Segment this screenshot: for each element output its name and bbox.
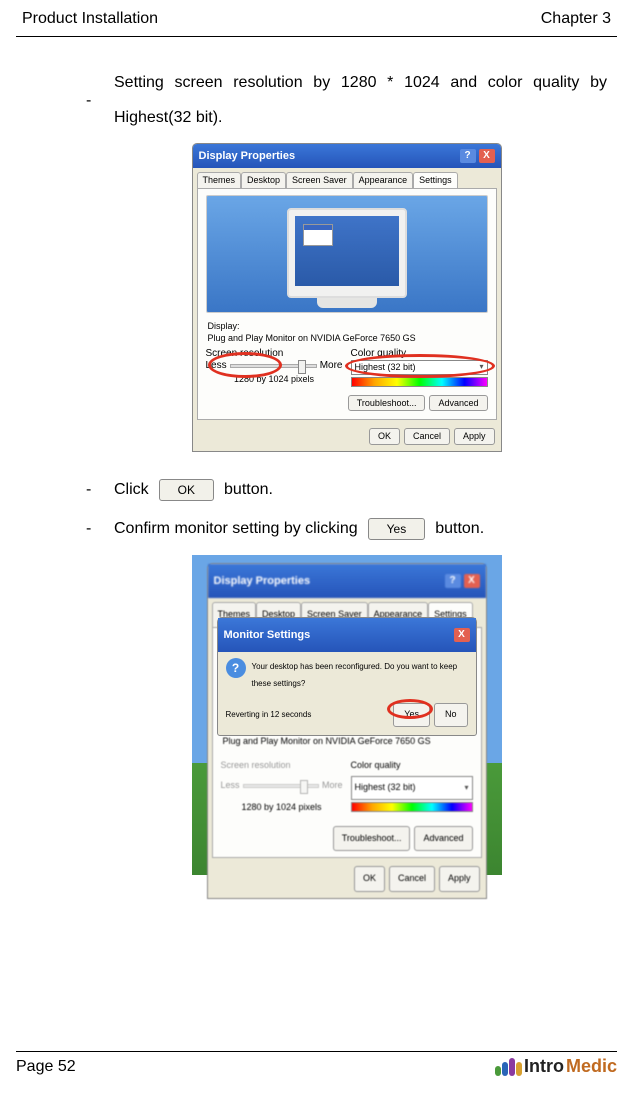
reverting-text: Reverting in 12 seconds — [226, 706, 312, 724]
troubleshoot-button[interactable]: Troubleshoot... — [348, 395, 426, 412]
logo-text-intro: Intro — [524, 1056, 564, 1077]
modal-title: Monitor Settings — [224, 623, 311, 647]
color-quality-select-2[interactable]: Highest (32 bit) ▾ — [351, 776, 473, 800]
help-icon[interactable]: ? — [445, 574, 461, 588]
ok-button[interactable]: OK — [369, 428, 400, 445]
item2-prefix: Click — [114, 472, 149, 507]
display-value: Plug and Play Monitor on NVIDIA GeForce … — [208, 333, 486, 344]
dash-icon: - — [86, 511, 104, 546]
footer-rule — [16, 1051, 617, 1052]
page-number: Page 52 — [16, 1058, 76, 1076]
cq-label: Color quality — [351, 348, 488, 360]
logo-text-medic: Medic — [566, 1056, 617, 1077]
advanced-button-2[interactable]: Advanced — [414, 826, 472, 852]
monitor-icon — [287, 208, 407, 298]
screenshot-display-properties: Display Properties ? X Themes Desktop Sc… — [192, 143, 502, 452]
resolution-slider[interactable]: Less More — [206, 360, 343, 372]
close-icon[interactable]: X — [464, 574, 480, 588]
res-label-2: Screen resolution — [221, 756, 343, 776]
screenshot-monitor-settings: Display Properties ? X Themes Desktop Sc… — [192, 555, 502, 875]
more-label: More — [320, 360, 343, 372]
res-label: Screen resolution — [206, 348, 343, 360]
list-item-2: - Click OK button. — [86, 472, 607, 507]
apply-button-2[interactable]: Apply — [439, 866, 480, 892]
list-item-3: - Confirm monitor setting by clicking Ye… — [86, 511, 607, 546]
cancel-button-2[interactable]: Cancel — [389, 866, 435, 892]
tab-screen-saver[interactable]: Screen Saver — [286, 172, 353, 188]
color-bar — [351, 377, 488, 387]
yes-button[interactable]: Yes — [393, 703, 430, 727]
header-left: Product Installation — [22, 10, 158, 28]
apply-button[interactable]: Apply — [454, 428, 495, 445]
tab-settings[interactable]: Settings — [413, 172, 458, 188]
res-value-2: 1280 by 1024 pixels — [221, 798, 343, 818]
dash-icon: - — [86, 472, 104, 507]
close-icon[interactable]: X — [479, 149, 495, 163]
cq-value-2: Highest (32 bit) — [355, 778, 416, 798]
item3-prefix: Confirm monitor setting by clicking — [114, 511, 358, 546]
monitor-preview-area — [206, 195, 488, 313]
info-icon: ? — [226, 658, 246, 678]
modal-text: Your desktop has been reconfigured. Do y… — [252, 658, 468, 693]
chevron-down-icon: ▾ — [464, 779, 468, 797]
intromedic-logo: IntroMedic — [495, 1056, 617, 1077]
header-right: Chapter 3 — [541, 10, 611, 28]
color-bar-2 — [351, 802, 473, 812]
item2-suffix: button. — [224, 472, 273, 507]
tab-bar: Themes Desktop Screen Saver Appearance S… — [193, 168, 501, 188]
cq-label-2: Color quality — [351, 756, 473, 776]
more-label-2: More — [322, 776, 343, 796]
help-icon[interactable]: ? — [460, 149, 476, 163]
yes-inline-button[interactable]: Yes — [368, 518, 426, 540]
ok-button-2[interactable]: OK — [354, 866, 385, 892]
list-item-1: - Setting screen resolution by 1280 * 10… — [86, 65, 607, 135]
dash-icon: - — [86, 83, 104, 118]
display-label: Display: — [208, 321, 486, 332]
color-quality-select[interactable]: Highest (32 bit) ▾ — [351, 360, 488, 375]
less-label-2: Less — [221, 776, 240, 796]
less-label: Less — [206, 360, 227, 372]
item3-suffix: button. — [435, 511, 484, 546]
logo-bars-icon — [495, 1058, 522, 1076]
res-value: 1280 by 1024 pixels — [206, 374, 343, 385]
close-icon[interactable]: X — [454, 628, 470, 642]
tab-appearance[interactable]: Appearance — [353, 172, 414, 188]
tab-desktop[interactable]: Desktop — [241, 172, 286, 188]
header-rule — [16, 36, 617, 37]
window-title: Display Properties — [199, 150, 296, 163]
cq-value: Highest (32 bit) — [355, 362, 416, 373]
ok-inline-button[interactable]: OK — [159, 479, 214, 501]
troubleshoot-button-2[interactable]: Troubleshoot... — [333, 826, 411, 852]
cancel-button[interactable]: Cancel — [404, 428, 450, 445]
advanced-button[interactable]: Advanced — [429, 395, 487, 412]
no-button[interactable]: No — [434, 703, 468, 727]
mini-window-icon — [303, 224, 333, 246]
tab-themes[interactable]: Themes — [197, 172, 242, 188]
item1-text: Setting screen resolution by 1280 * 1024… — [114, 74, 607, 126]
chevron-down-icon: ▾ — [479, 362, 483, 372]
window-title-2: Display Properties — [214, 569, 311, 593]
monitor-settings-modal: Monitor Settings X ? Your desktop has be… — [217, 617, 477, 736]
